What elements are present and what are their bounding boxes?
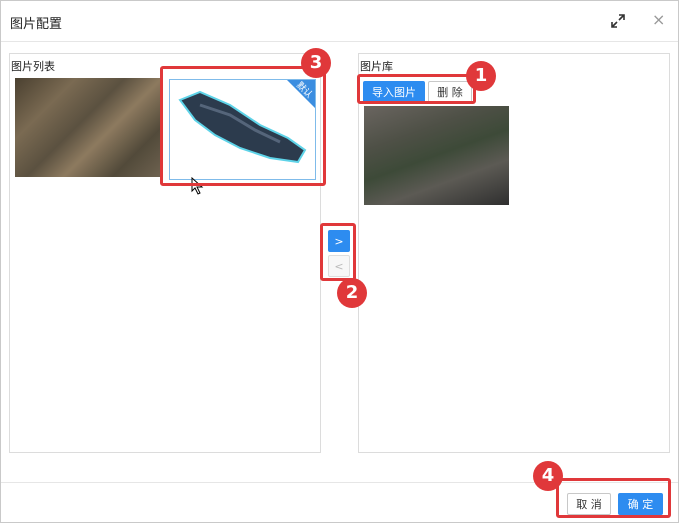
callout-box-4 — [556, 478, 671, 518]
callout-box-3 — [160, 66, 326, 186]
callout-badge-4: 4 — [533, 461, 563, 491]
callout-badge-1: 1 — [466, 61, 496, 91]
maximize-icon[interactable] — [610, 13, 626, 29]
image-list-title: 图片列表 — [11, 60, 55, 73]
dialog-title: 图片配置 — [10, 17, 63, 32]
image-library-panel: 图片库 导入图片 删 除 — [358, 53, 670, 453]
callout-box-1 — [357, 74, 476, 104]
callout-box-2 — [320, 223, 356, 281]
image-library-title: 图片库 — [360, 60, 393, 73]
close-icon[interactable]: × — [652, 10, 665, 29]
callout-badge-2: 2 — [337, 278, 367, 308]
callout-badge-3: 3 — [301, 48, 331, 78]
image-library-item[interactable] — [364, 106, 509, 205]
dialog-titlebar: 图片配置 × — [1, 1, 678, 42]
image-list-item[interactable] — [15, 78, 161, 177]
